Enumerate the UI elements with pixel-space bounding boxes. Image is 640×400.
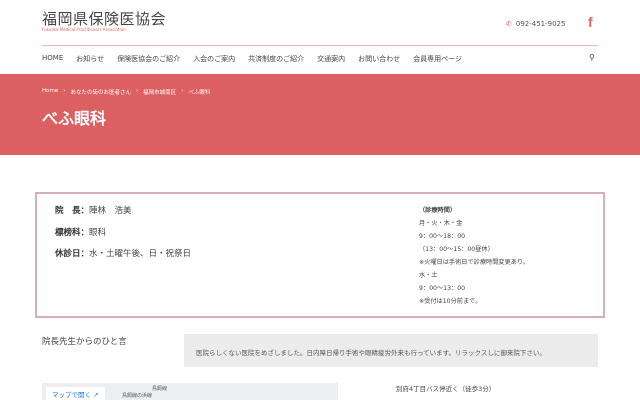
site-logo-subtitle: Fukuoka Medical Practitioners Associatio… [42, 27, 126, 32]
nav-news[interactable]: お知らせ [76, 54, 104, 64]
director-value: 陣林 浩美 [89, 206, 132, 216]
hours-line: ※火曜日は手術日で診療時間変更あり。 [419, 259, 530, 266]
hours-line: （13：00〜15：00昼休） [419, 246, 494, 253]
main-nav: HOME お知らせ 保険医協会のご紹介 入会のご案内 共済制度のご紹介 交通案内… [42, 54, 462, 64]
clinic-hours: （診療時間） 月・火・木・金 9：00〜18：00 （13：00〜15：00昼休… [419, 204, 529, 308]
breadcrumb-current: べふ眼科 [188, 90, 211, 96]
map-road-label: 鳥飼線 [152, 386, 168, 392]
phone-icon: ✆ [506, 20, 512, 28]
search-icon[interactable]: ⚲ [589, 53, 595, 62]
director-label: 院 長： [55, 206, 90, 216]
breadcrumb-doctors[interactable]: あなたの街のお医者さん [70, 88, 131, 96]
access-info: 別府4丁目バス停近く（徒歩3分） [396, 385, 496, 393]
hours-line: 9：00〜13：00 [419, 285, 466, 292]
hours-line: 9：00〜18：00 [419, 233, 466, 240]
message-heading: 院長先生からのひと言 [42, 337, 127, 347]
chevron-right-icon: › [63, 88, 66, 94]
facebook-icon[interactable]: f [588, 14, 593, 30]
open-in-maps-link[interactable]: マップで開く ↗ [46, 387, 105, 400]
hours-heading: （診療時間） [419, 207, 457, 214]
closed-days-label: 休診日： [55, 249, 90, 259]
phone-number: 092-451-9025 [515, 20, 566, 28]
site-logo[interactable]: 福岡県保険医協会 [42, 8, 166, 29]
breadcrumb: Home › あなたの街のお医者さん › 福岡市城南区 › べふ眼科 [42, 88, 210, 96]
nav-contact[interactable]: お問い合わせ [358, 54, 400, 64]
nav-mutual-aid[interactable]: 共済制度のご紹介 [248, 54, 304, 64]
nav-join[interactable]: 入会のご案内 [193, 54, 235, 64]
hours-line: 月・火・木・金 [419, 220, 463, 227]
clinic-info-box: 院 長：陣林 浩美 標榜科：眼科 休診日：水・土曜午後、日・祝祭日 （診療時間）… [35, 192, 605, 318]
breadcrumb-area[interactable]: 福岡市城南区 [143, 88, 176, 96]
nav-members[interactable]: 会員専用ページ [413, 54, 462, 64]
department-label: 標榜科： [55, 228, 90, 238]
breadcrumb-home[interactable]: Home [42, 88, 58, 96]
map-embed[interactable]: 鳥飼線 鳥飼線の浜線 マップで開く ↗ [42, 383, 338, 400]
department-value: 眼科 [89, 228, 107, 238]
header-phone[interactable]: ✆ 092-451-9025 [506, 20, 565, 28]
header-divider [42, 45, 598, 46]
hours-line: 水・土 [419, 272, 438, 279]
chevron-right-icon: › [181, 88, 184, 94]
nav-access[interactable]: 交通案内 [317, 54, 345, 64]
hours-line: ※受付は10分前まで。 [419, 298, 482, 305]
closed-days-value: 水・土曜午後、日・祝祭日 [89, 249, 192, 259]
page-title: べふ眼科 [42, 109, 107, 128]
nav-home[interactable]: HOME [42, 54, 63, 64]
nav-about[interactable]: 保険医協会のご紹介 [117, 54, 180, 64]
message-text: 医院らしくない医院をめざしました。日内障日帰り手術や眼精疲労外来も行っています。… [184, 334, 598, 367]
map-road-label: 鳥飼線の浜線 [122, 393, 153, 399]
chevron-right-icon: › [135, 88, 139, 94]
